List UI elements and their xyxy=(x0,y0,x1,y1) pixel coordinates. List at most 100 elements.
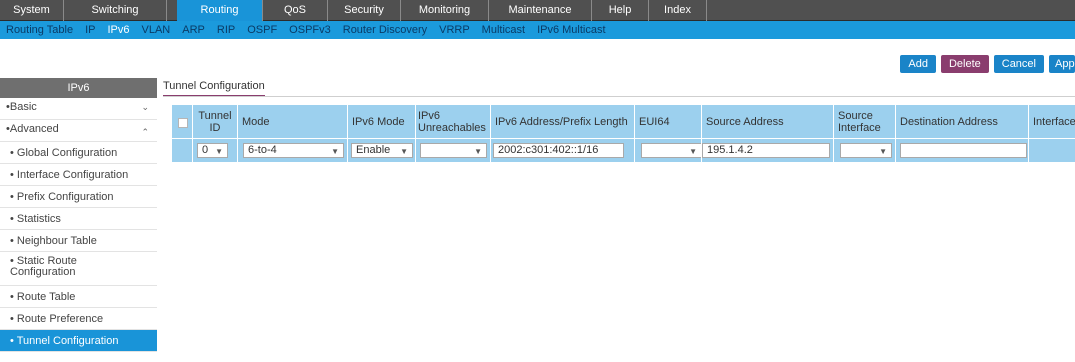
sidebar-item-label: Advanced xyxy=(9,123,59,135)
sidebar-item-label: Basic xyxy=(9,101,37,113)
sidebar-item-basic[interactable]: •Basic ⌄ xyxy=(0,98,157,120)
subnav-ipv6[interactable]: IPv6 xyxy=(107,24,129,36)
ipv6-mode-value: Enable xyxy=(356,144,391,156)
mode-cell: 6-to-4 ▼ xyxy=(238,139,348,162)
ipv6-mode-cell: Enable ▼ xyxy=(348,139,416,162)
source-interface-select[interactable]: ▼ xyxy=(840,143,892,158)
tunnel-id-select[interactable]: 0 ▼ xyxy=(197,143,228,158)
bullet: • xyxy=(10,213,17,225)
action-bar: Add Delete Cancel Apply xyxy=(895,55,1075,73)
tab-index[interactable]: Index xyxy=(649,0,707,21)
sidebar-item-label: Route Table xyxy=(16,291,76,303)
tab-routing[interactable]: Routing xyxy=(177,0,263,21)
sidebar: IPv6 •Basic ⌄ •Advanced ⌃ • Global Confi… xyxy=(0,78,157,358)
tab-maintenance[interactable]: Maintenance xyxy=(489,0,592,21)
tunnel-id-cell: 0 ▼ xyxy=(193,139,238,162)
eui64-select[interactable]: ▼ xyxy=(641,143,701,158)
chevron-down-icon: ▼ xyxy=(879,147,887,156)
add-button[interactable]: Add xyxy=(900,55,936,73)
chevron-down-icon: ⌄ xyxy=(141,102,149,112)
header-eui64[interactable]: EUI64 xyxy=(635,105,702,138)
header-source-address[interactable]: Source Address xyxy=(702,105,834,138)
top-nav-filler xyxy=(707,0,1075,21)
ipv6-mode-select[interactable]: Enable ▼ xyxy=(351,143,413,158)
tab-switching[interactable]: Switching xyxy=(64,0,167,21)
bullet: • xyxy=(10,147,17,159)
chevron-up-icon: ⌃ xyxy=(141,127,149,137)
sidebar-item-advanced[interactable]: •Advanced ⌃ xyxy=(0,120,157,142)
tab-system[interactable]: System xyxy=(0,0,64,21)
chevron-down-icon: ▼ xyxy=(474,147,482,156)
header-source-interface[interactable]: Source Interface xyxy=(834,105,896,138)
sub-nav: Routing Table IP IPv6 VLAN ARP RIP OSPF … xyxy=(0,21,1075,39)
destination-address-input[interactable] xyxy=(900,143,1027,158)
sidebar-item-route-preference[interactable]: • Route Preference xyxy=(0,308,157,330)
tunnel-id-value: 0 xyxy=(202,144,209,156)
sidebar-item-label: Interface Configuration xyxy=(16,169,129,181)
sidebar-item-neighbour-table[interactable]: • Neighbour Table xyxy=(0,230,157,252)
subnav-arp[interactable]: ARP xyxy=(182,24,205,36)
bullet: • xyxy=(10,235,17,247)
tab-security[interactable]: Security xyxy=(328,0,401,21)
subnav-ospf[interactable]: OSPF xyxy=(247,24,277,36)
sidebar-item-global-configuration[interactable]: • Global Configuration xyxy=(0,142,157,164)
chevron-down-icon: ▼ xyxy=(400,147,408,156)
subnav-ipv6-multicast[interactable]: IPv6 Multicast xyxy=(537,24,605,36)
sidebar-item-interface-configuration[interactable]: • Interface Configuration xyxy=(0,164,157,186)
subnav-router-discovery[interactable]: Router Discovery xyxy=(343,24,427,36)
tab-help[interactable]: Help xyxy=(592,0,649,21)
source-interface-cell: ▼ xyxy=(834,139,896,162)
sidebar-item-statistics[interactable]: • Statistics xyxy=(0,208,157,230)
tab-qos[interactable]: QoS xyxy=(263,0,328,21)
sidebar-title: IPv6 xyxy=(0,78,157,98)
chevron-down-icon: ▼ xyxy=(215,147,223,156)
mode-select[interactable]: 6-to-4 ▼ xyxy=(243,143,344,158)
ipv6-prefix-input[interactable]: 2002:c301:402::1/16 xyxy=(493,143,624,158)
bullet: • xyxy=(10,313,17,325)
cancel-button[interactable]: Cancel xyxy=(993,55,1044,73)
tunnel-table: Tunnel ID Mode IPv6 Mode IPv6 Unreachabl… xyxy=(172,105,1075,162)
sidebar-item-static-route-configuration[interactable]: • Static Route Configuration xyxy=(0,252,157,286)
sidebar-item-label: Statistics xyxy=(16,213,61,225)
sidebar-item-label: Route Preference xyxy=(16,313,104,325)
header-ipv6-unreachables[interactable]: IPv6 Unreachables xyxy=(416,105,491,138)
tab-monitoring[interactable]: Monitoring xyxy=(401,0,489,21)
apply-button[interactable]: Apply xyxy=(1049,55,1075,73)
sidebar-item-route-table[interactable]: • Route Table xyxy=(0,286,157,308)
header-mode[interactable]: Mode xyxy=(238,105,348,138)
select-all-cell xyxy=(172,105,193,138)
subnav-routing-table[interactable]: Routing Table xyxy=(6,24,73,36)
subnav-ospfv3[interactable]: OSPFv3 xyxy=(289,24,331,36)
destination-address-cell xyxy=(896,139,1029,162)
eui64-cell: ▼ xyxy=(635,139,702,162)
source-address-cell: 195.1.4.2 xyxy=(702,139,834,162)
subnav-rip[interactable]: RIP xyxy=(217,24,235,36)
sidebar-item-label: Prefix Configuration xyxy=(16,191,114,203)
delete-button[interactable]: Delete xyxy=(940,55,989,73)
header-tunnel-id[interactable]: Tunnel ID xyxy=(193,105,238,138)
chevron-down-icon: ▼ xyxy=(689,147,697,156)
subnav-ip[interactable]: IP xyxy=(85,24,95,36)
sidebar-item-tunnel-configuration[interactable]: • Tunnel Configuration xyxy=(0,330,157,352)
bullet: • xyxy=(10,291,17,303)
sidebar-item-label: Static Route Configuration xyxy=(10,255,77,278)
bullet: • xyxy=(10,169,17,181)
chevron-down-icon: ▼ xyxy=(331,147,339,156)
header-ipv6-prefix[interactable]: IPv6 Address/Prefix Length xyxy=(491,105,635,138)
select-all-checkbox[interactable] xyxy=(178,118,188,128)
ipv6-unreachables-select[interactable]: ▼ xyxy=(420,143,487,158)
sidebar-item-label: Neighbour Table xyxy=(16,235,97,247)
bullet: • xyxy=(10,191,17,203)
sidebar-item-prefix-configuration[interactable]: • Prefix Configuration xyxy=(0,186,157,208)
sidebar-item-label: Global Configuration xyxy=(16,147,118,159)
subnav-multicast[interactable]: Multicast xyxy=(482,24,525,36)
subnav-vlan[interactable]: VLAN xyxy=(142,24,171,36)
source-address-input[interactable]: 195.1.4.2 xyxy=(702,143,830,158)
header-interface[interactable]: Interface xyxy=(1029,105,1075,138)
bullet: • xyxy=(10,335,17,347)
ipv6-prefix-cell: 2002:c301:402::1/16 xyxy=(491,139,635,162)
top-nav: System Switching Routing QoS Security Mo… xyxy=(0,0,1075,21)
subnav-vrrp[interactable]: VRRP xyxy=(439,24,470,36)
header-ipv6-mode[interactable]: IPv6 Mode xyxy=(348,105,416,138)
header-destination-address[interactable]: Destination Address xyxy=(896,105,1029,138)
